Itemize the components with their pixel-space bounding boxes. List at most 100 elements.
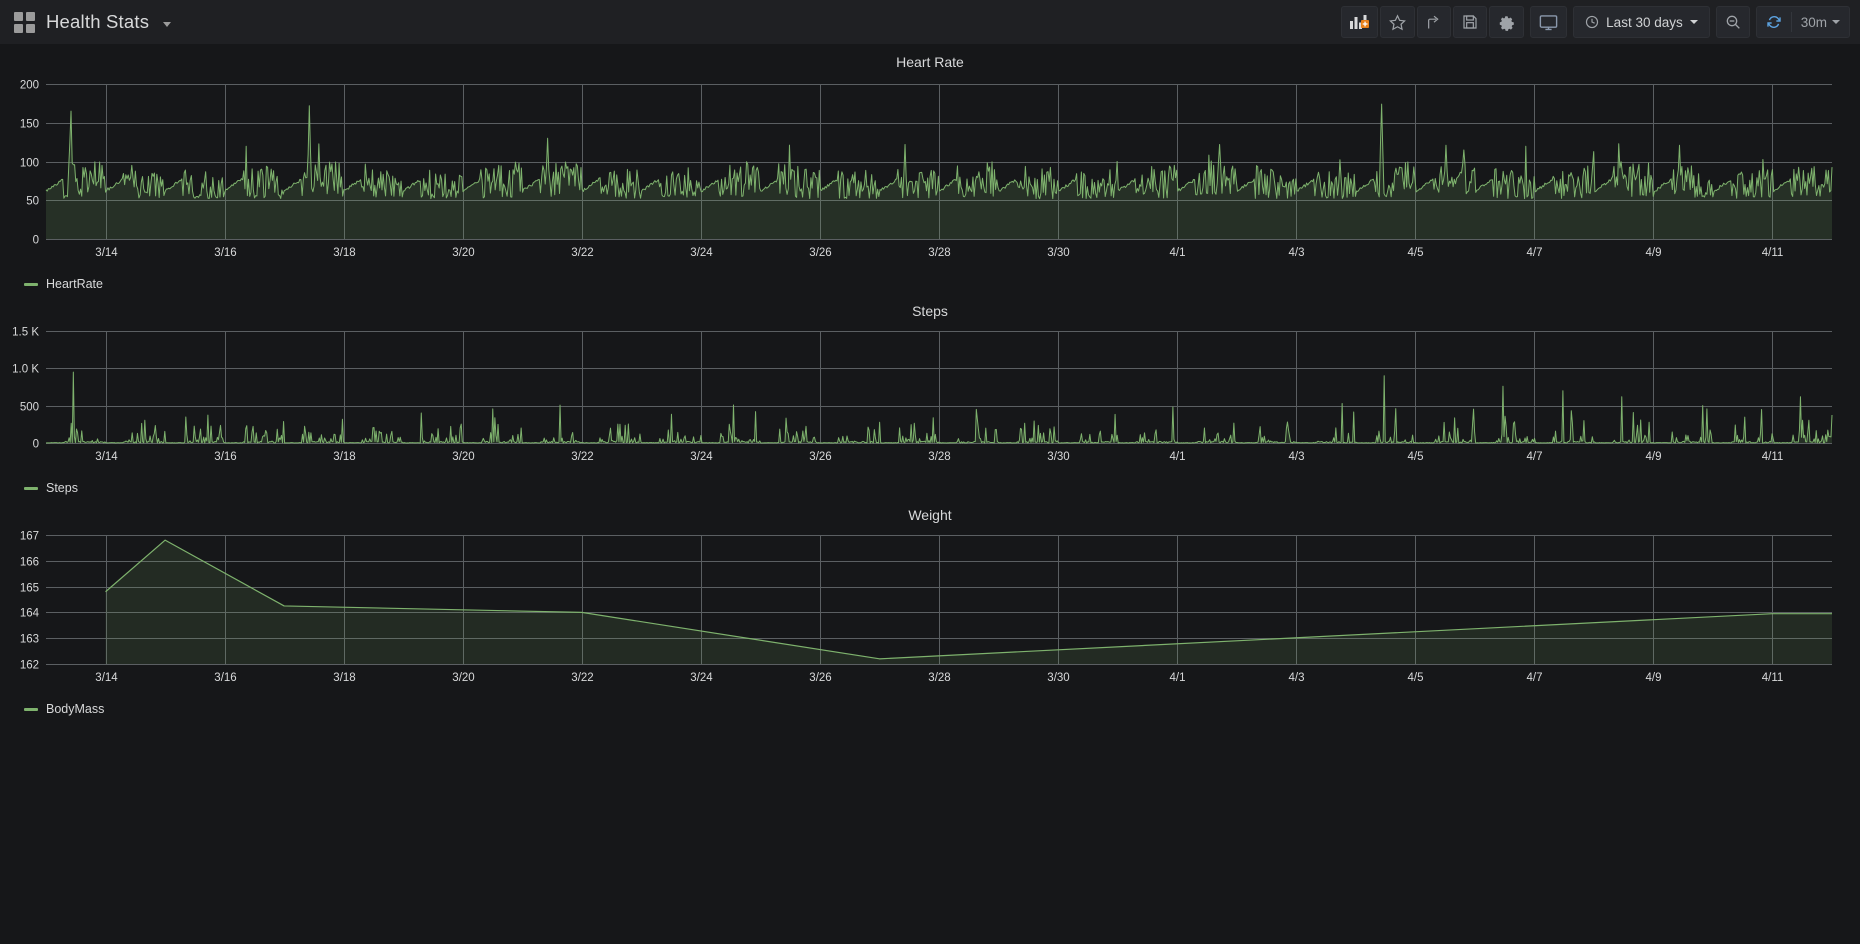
x-axis-tick-label: 4/7 [1527, 672, 1543, 684]
x-axis-tick-label: 3/14 [95, 451, 118, 463]
star-button[interactable] [1380, 6, 1416, 38]
dashboard-grid-icon[interactable] [14, 11, 35, 33]
legend-item-label[interactable]: Steps [46, 481, 78, 495]
refresh-interval-label: 30m [1800, 14, 1827, 30]
x-axis-tick-label: 4/3 [1289, 451, 1305, 463]
refresh-group: 30m [1755, 6, 1850, 38]
refresh-interval-picker[interactable]: 30m [1792, 7, 1849, 37]
save-dashboard-button[interactable] [1453, 6, 1488, 38]
x-axis-tick-label: 3/28 [928, 451, 950, 463]
x-axis-tick-label: 4/7 [1527, 451, 1543, 463]
x-axis-tick-label: 3/22 [571, 247, 593, 259]
x-axis-tick-label: 4/1 [1170, 247, 1186, 259]
legend-item-label[interactable]: BodyMass [46, 702, 104, 716]
y-axis-tick-label: 165 [20, 583, 39, 595]
dashboard-settings-button[interactable] [1489, 6, 1525, 38]
legend-steps: Steps [0, 473, 1860, 497]
y-axis-tick-label: 500 [20, 402, 39, 414]
add-panel-icon [1350, 15, 1370, 29]
x-axis-tick-label: 3/26 [809, 672, 831, 684]
chevron-down-icon [1832, 20, 1840, 24]
refresh-button[interactable] [1757, 7, 1791, 37]
chevron-down-icon[interactable] [163, 22, 172, 27]
x-axis-tick-label: 4/1 [1170, 451, 1186, 463]
panel-heart-rate: Heart Rate 0 50 100 150 200 3/14 3/16 3/18 3/20 3… [0, 44, 1860, 293]
clock-icon [1586, 15, 1599, 29]
plot-heart-rate[interactable]: 0 50 100 150 200 3/14 3/16 3/18 3/20 3/22 3/24 3/26… [0, 74, 1860, 269]
zoom-out-button[interactable] [1715, 6, 1750, 38]
tv-mode-button[interactable] [1530, 6, 1568, 38]
x-axis-tick-label: 4/5 [1408, 672, 1424, 684]
legend-weight: BodyMass [0, 694, 1860, 718]
panel-title[interactable]: Heart Rate [0, 44, 1860, 74]
y-axis-tick-label: 0 [33, 439, 39, 451]
y-axis-tick-label: 100 [20, 158, 39, 170]
y-axis-tick-label: 163 [20, 634, 39, 646]
chart-svg: 0 50 100 150 200 3/14 3/16 3/18 3/20 3/22 3/24 3/26… [20, 80, 1833, 259]
time-range-label: Last 30 days [1606, 14, 1683, 30]
save-icon [1463, 15, 1477, 29]
time-range-picker[interactable]: Last 30 days [1573, 6, 1710, 38]
share-icon [1428, 15, 1439, 28]
panel-steps: Steps 0 500 1.0 K 1.5 K 3/14 3/16 3/18 3/20 3/22… [0, 293, 1860, 497]
x-axis-tick-label: 3/30 [1047, 451, 1069, 463]
legend-heart-rate: HeartRate [0, 269, 1860, 293]
chevron-down-icon [1689, 20, 1698, 24]
series-area-fill [105, 540, 1832, 664]
x-axis-tick-label: 3/18 [333, 247, 355, 259]
x-axis-tick-label: 3/30 [1047, 672, 1069, 684]
panel-weight: Weight 162 163 164 165 166 167 3/14 3/16 3/18 3/2… [0, 497, 1860, 718]
y-axis-tick-label: 150 [20, 119, 39, 131]
x-axis-tick-label: 3/24 [690, 451, 713, 463]
plot-weight[interactable]: 162 163 164 165 166 167 3/14 3/16 3/18 3/20 3/22 3/… [0, 527, 1860, 694]
x-axis-tick-label: 3/28 [928, 672, 950, 684]
legend-item-label[interactable]: HeartRate [46, 277, 103, 291]
x-axis-tick-label: 3/16 [214, 672, 236, 684]
top-navbar: Health Stats Last 30 days 30m [0, 0, 1860, 44]
x-axis-tick-label: 3/14 [95, 247, 118, 259]
view-mode-group [1530, 6, 1568, 38]
x-axis-tick-label: 4/5 [1408, 451, 1424, 463]
display-icon [1539, 14, 1558, 30]
panel-title[interactable]: Weight [0, 497, 1860, 527]
navbar-right: Last 30 days 30m [1341, 6, 1850, 38]
legend-color-swatch [24, 486, 38, 490]
navbar-left: Health Stats [14, 11, 172, 33]
add-panel-button[interactable] [1341, 6, 1379, 38]
x-axis-tick-label: 4/11 [1762, 247, 1784, 259]
legend-color-swatch [24, 707, 38, 711]
y-axis-tick-label: 164 [20, 608, 40, 620]
x-axis-tick-label: 4/7 [1527, 247, 1543, 259]
x-axis-tick-label: 3/14 [95, 672, 118, 684]
x-axis-tick-label: 3/18 [333, 672, 355, 684]
x-axis-tick-label: 4/3 [1289, 247, 1305, 259]
y-axis-tick-label: 50 [26, 196, 39, 208]
x-axis-tick-label: 4/1 [1170, 672, 1186, 684]
x-axis-tick-label: 3/26 [809, 451, 831, 463]
x-axis-tick-label: 3/20 [452, 247, 474, 259]
x-axis-tick-label: 3/18 [333, 451, 355, 463]
x-axis-tick-label: 3/22 [571, 451, 593, 463]
x-axis-tick-label: 4/11 [1762, 451, 1784, 463]
x-axis-tick-label: 3/24 [690, 247, 713, 259]
plot-steps[interactable]: 0 500 1.0 K 1.5 K 3/14 3/16 3/18 3/20 3/22 3/24 3/… [0, 323, 1860, 473]
legend-color-swatch [24, 282, 38, 286]
y-axis-tick-label: 162 [20, 660, 39, 672]
x-axis-tick-label: 4/5 [1408, 247, 1424, 259]
x-axis-tick-label: 4/9 [1646, 451, 1662, 463]
star-icon [1389, 13, 1407, 30]
x-axis-tick-label: 3/30 [1047, 247, 1069, 259]
gear-icon [1499, 15, 1514, 31]
x-axis-tick-label: 3/24 [690, 672, 713, 684]
x-axis-tick-label: 3/28 [928, 247, 950, 259]
page-title[interactable]: Health Stats [46, 11, 149, 33]
panel-title[interactable]: Steps [0, 293, 1860, 323]
chart-svg: 0 500 1.0 K 1.5 K 3/14 3/16 3/18 3/20 3/22 3/24 3/… [12, 327, 1833, 463]
share-button[interactable] [1417, 6, 1452, 38]
x-axis-tick-label: 4/9 [1646, 672, 1662, 684]
x-axis-tick-label: 3/20 [452, 672, 474, 684]
y-axis-tick-label: 167 [20, 531, 39, 543]
y-axis-tick-label: 0 [33, 235, 39, 247]
chart-svg: 162 163 164 165 166 167 3/14 3/16 3/18 3/20 3/22 3/… [20, 531, 1832, 684]
x-axis-tick-label: 3/26 [809, 247, 831, 259]
